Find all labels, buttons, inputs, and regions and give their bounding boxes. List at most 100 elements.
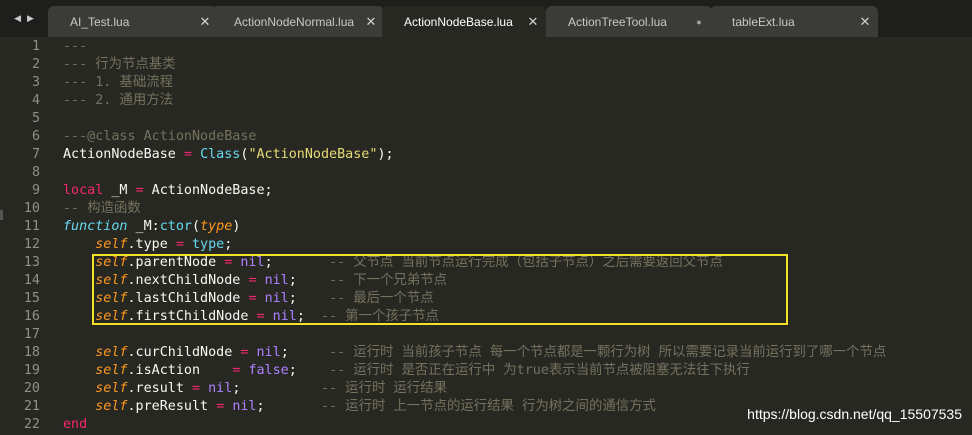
code-token: -- 运行时 是否正在运行中 为true表示当前节点被阻塞无法往下执行: [329, 363, 750, 378]
tab-action-tree-tool[interactable]: ActionTreeTool.lua ●: [546, 6, 712, 37]
code-token: self: [95, 363, 128, 378]
scroll-marker: [0, 210, 3, 220]
code-line[interactable]: 10 -- 构造函数: [0, 200, 972, 218]
code-line[interactable]: 5: [0, 110, 972, 128]
close-icon[interactable]: ✕: [520, 14, 546, 30]
tab-action-node-normal[interactable]: ActionNodeNormal.lua ✕: [212, 6, 384, 37]
code-token: nil: [232, 399, 257, 414]
code-token: nil: [208, 381, 233, 396]
code-line[interactable]: 12 self.type = type;: [0, 236, 972, 254]
line-number: 10: [23, 201, 40, 216]
close-icon[interactable]: ✕: [358, 14, 384, 30]
code-text: --- 1. 基础流程: [63, 74, 173, 92]
code-line[interactable]: 4 --- 2. 通用方法: [0, 92, 972, 110]
tab-table-ext[interactable]: tableExt.lua ✕: [710, 6, 878, 37]
code-text: ---: [63, 38, 87, 56]
tab-label: AI_Test.lua: [70, 14, 130, 29]
code-line[interactable]: 19 self.isAction = false; -- 运行时 是否正在运行中…: [0, 362, 972, 380]
line-number: 8: [31, 165, 40, 180]
code-text: local _M = ActionNodeBase;: [63, 182, 273, 200]
code-token: =: [183, 147, 192, 162]
code-text: self.curChildNode = nil; -- 运行时 当前孩子节点 每…: [63, 344, 886, 362]
code-line[interactable]: 3 --- 1. 基础流程: [0, 74, 972, 92]
line-number: 15: [23, 291, 40, 306]
watermark: https://blog.csdn.net/qq_15507535: [747, 406, 962, 422]
code-token: ): [232, 219, 241, 234]
line-number: 9: [31, 183, 40, 198]
code-line[interactable]: 17: [0, 326, 972, 344]
code-token: .curChildNode: [127, 345, 241, 360]
code-token: .type: [127, 237, 176, 252]
arrow-right-icon[interactable]: ▶: [27, 14, 34, 24]
code-line[interactable]: 6 ---@class ActionNodeBase: [0, 128, 972, 146]
unsaved-dot-icon[interactable]: ●: [686, 17, 712, 27]
line-number: 12: [23, 237, 40, 252]
code-token: self: [95, 237, 128, 252]
code-token: type: [192, 237, 225, 252]
code-token: ---: [63, 39, 88, 54]
code-token: Class: [200, 147, 241, 162]
code-text: self.preResult = nil; -- 运行时 上一节点的运行结果 行…: [63, 398, 656, 416]
code-text: --- 行为节点基类: [63, 56, 176, 74]
tab-action-node-base[interactable]: ActionNodeBase.lua ✕: [382, 6, 546, 37]
code-token: "ActionNodeBase": [248, 147, 378, 162]
code-token: self: [95, 399, 128, 414]
code-line[interactable]: 7 ActionNodeBase = Class("ActionNodeBase"…: [0, 146, 972, 164]
tab-label: ActionNodeNormal.lua: [234, 14, 355, 29]
line-number: 2: [31, 57, 40, 72]
code-text: -- 构造函数: [63, 200, 141, 218]
code-token: .preResult: [127, 399, 217, 414]
code-token: false: [248, 363, 289, 378]
code-token: ActionNodeBase;: [143, 183, 273, 198]
code-editor[interactable]: 1 --- 2 --- 行为节点基类 3 --- 1. 基础流程 4 --- 2. 通用方法 5…: [0, 38, 972, 435]
code-token: -- 运行时 运行结果: [321, 381, 447, 396]
code-token: ;: [288, 363, 330, 378]
line-number: 16: [23, 309, 40, 324]
code-line[interactable]: 11 function _M:ctor(type): [0, 218, 972, 236]
line-number: 20: [23, 381, 40, 396]
code-line[interactable]: 8: [0, 164, 972, 182]
code-text: ---@class ActionNodeBase: [63, 128, 256, 146]
code-line[interactable]: 18 self.curChildNode = nil; -- 运行时 当前孩子节…: [0, 344, 972, 362]
code-token: );: [377, 147, 394, 162]
close-icon[interactable]: ✕: [852, 14, 878, 30]
code-token: (: [192, 219, 201, 234]
arrow-left-icon[interactable]: ◀: [14, 14, 21, 24]
code-line[interactable]: 2 --- 行为节点基类: [0, 56, 972, 74]
line-number: 11: [23, 219, 40, 234]
line-number: 22: [23, 417, 40, 432]
tab-navigation: ◀ ▶: [0, 0, 48, 37]
code-token: ---@class ActionNodeBase: [63, 129, 257, 144]
code-text: self.result = nil; -- 运行时 运行结果: [63, 380, 447, 398]
line-number: 5: [31, 111, 40, 126]
code-token: self: [95, 345, 128, 360]
code-line[interactable]: 20 self.result = nil; -- 运行时 运行结果: [0, 380, 972, 398]
line-number: 4: [31, 93, 40, 108]
tab-ai-test[interactable]: AI_Test.lua ✕: [48, 6, 218, 37]
line-number: 17: [23, 327, 40, 342]
code-token: ;: [224, 237, 233, 252]
line-number: 18: [23, 345, 40, 360]
code-token: local: [63, 183, 104, 198]
code-line[interactable]: 1 ---: [0, 38, 972, 56]
line-number: 6: [31, 129, 40, 144]
code-token: _M:: [127, 219, 160, 234]
code-token: end: [63, 417, 88, 432]
line-number: 21: [23, 399, 40, 414]
code-text: --- 2. 通用方法: [63, 92, 173, 110]
code-token: .result: [127, 381, 192, 396]
tab-bar: ◀ ▶ AI_Test.lua ✕ ActionNodeNormal.lua ✕…: [0, 0, 972, 37]
code-token: =: [175, 237, 184, 252]
code-token: -- 运行时 当前孩子节点 每一个节点都是一颗行为树 所以需要记录当前运行到了哪…: [329, 345, 887, 360]
code-text: function _M:ctor(type): [63, 218, 240, 236]
code-line[interactable]: 9 local _M = ActionNodeBase;: [0, 182, 972, 200]
